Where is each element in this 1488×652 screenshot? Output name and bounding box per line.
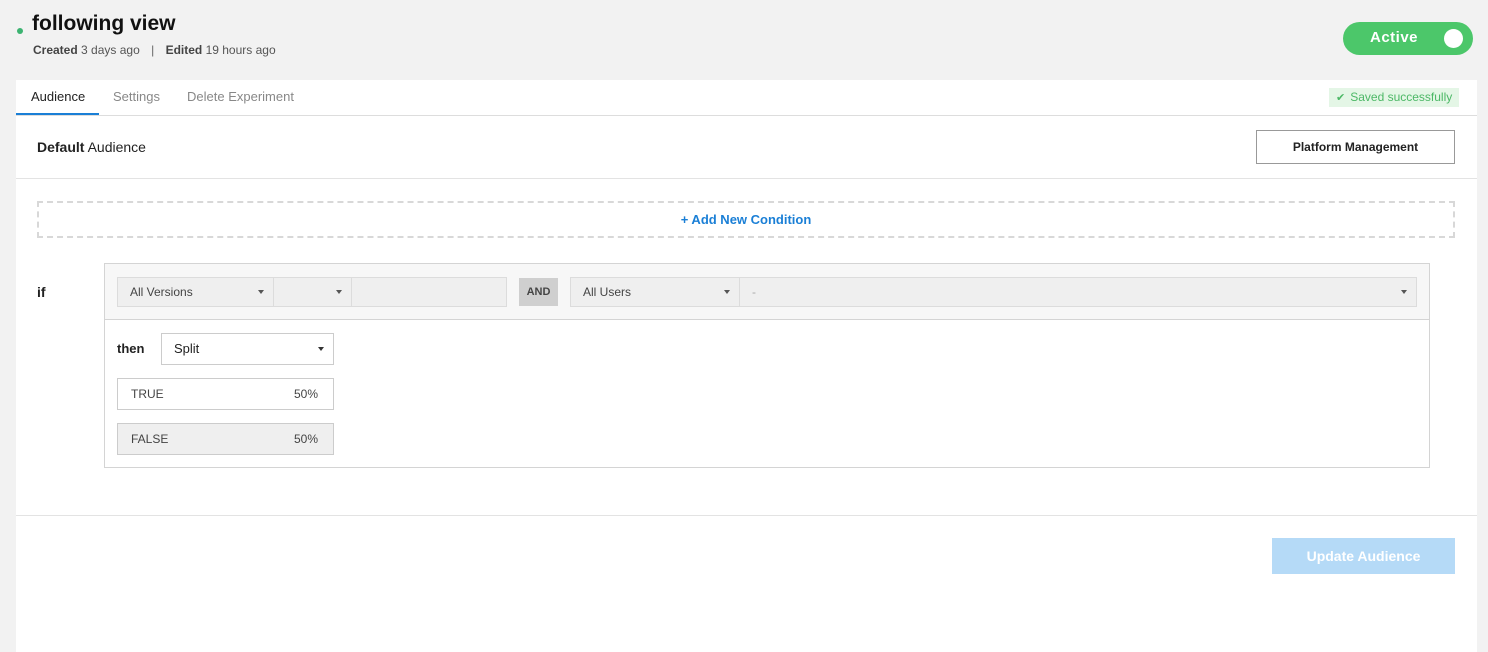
then-action-value: Split (174, 341, 200, 356)
users-select-value: All Users (583, 285, 632, 299)
variation-percent: 50% (293, 432, 318, 446)
update-audience-button[interactable]: Update Audience (1272, 538, 1455, 574)
version-value-input[interactable] (351, 277, 507, 307)
chevron-down-icon (1401, 290, 1407, 294)
audience-title-rest: Audience (87, 139, 146, 155)
edited-label: Edited (165, 43, 203, 57)
tab-bar: Audience Settings Delete Experiment ✔ Sav… (16, 80, 1477, 116)
main-panel: Audience Settings Delete Experiment ✔ Sav… (16, 80, 1477, 652)
created-value: 3 days ago (81, 43, 140, 57)
experiment-meta: Created 3 days ago | Edited 19 hours ago (33, 43, 276, 57)
chevron-down-icon (336, 290, 342, 294)
variation-name: TRUE (131, 387, 164, 401)
saved-status-text: Saved successfully (1350, 90, 1453, 104)
add-new-condition-button[interactable]: + Add New Condition (37, 201, 1455, 238)
active-toggle-label: Active (1370, 29, 1419, 46)
platform-management-button[interactable]: Platform Management (1256, 130, 1455, 164)
and-operator-badge: AND (519, 278, 558, 306)
check-icon: ✔ (1336, 92, 1346, 104)
audience-title-bold: Default (37, 139, 85, 155)
tab-settings[interactable]: Settings (113, 89, 160, 104)
then-label: then (117, 341, 145, 356)
if-label: if (37, 284, 46, 300)
chevron-down-icon (724, 290, 730, 294)
footer-divider (16, 515, 1477, 516)
audience-title: Default Audience (37, 139, 146, 155)
audience-header: Default Audience Platform Management (16, 116, 1477, 179)
edited-value: 19 hours ago (205, 43, 276, 57)
chevron-down-icon (258, 290, 264, 294)
status-dot (17, 28, 23, 34)
created-label: Created (33, 43, 78, 57)
experiment-header: following view Created 3 days ago | Edit… (0, 0, 1488, 80)
page-title: following view (32, 12, 176, 35)
saved-status-badge: ✔ Saved successfully (1329, 88, 1460, 107)
users-value-text: - (752, 285, 756, 299)
versions-select-value: All Versions (130, 285, 193, 299)
tab-audience[interactable]: Audience (31, 89, 85, 104)
version-operator-select[interactable] (273, 277, 352, 307)
meta-separator: | (151, 43, 155, 57)
toggle-knob (1444, 29, 1463, 48)
active-tab-indicator (16, 113, 99, 115)
chevron-down-icon (318, 347, 324, 351)
versions-select[interactable]: All Versions (117, 277, 274, 307)
variation-name: FALSE (131, 432, 169, 446)
tab-delete-experiment[interactable]: Delete Experiment (187, 89, 294, 104)
then-action-select[interactable]: Split (161, 333, 334, 365)
users-value-select[interactable]: - (739, 277, 1417, 307)
active-toggle[interactable]: Active (1343, 22, 1473, 55)
variation-row-false[interactable]: FALSE 50% (117, 423, 334, 455)
variation-row-true[interactable]: TRUE 50% (117, 378, 334, 410)
variation-percent: 50% (293, 387, 318, 401)
condition-row: All Versions AND All Users - (105, 264, 1429, 320)
users-select[interactable]: All Users (570, 277, 740, 307)
rule-box: All Versions AND All Users - then Split (104, 263, 1430, 468)
